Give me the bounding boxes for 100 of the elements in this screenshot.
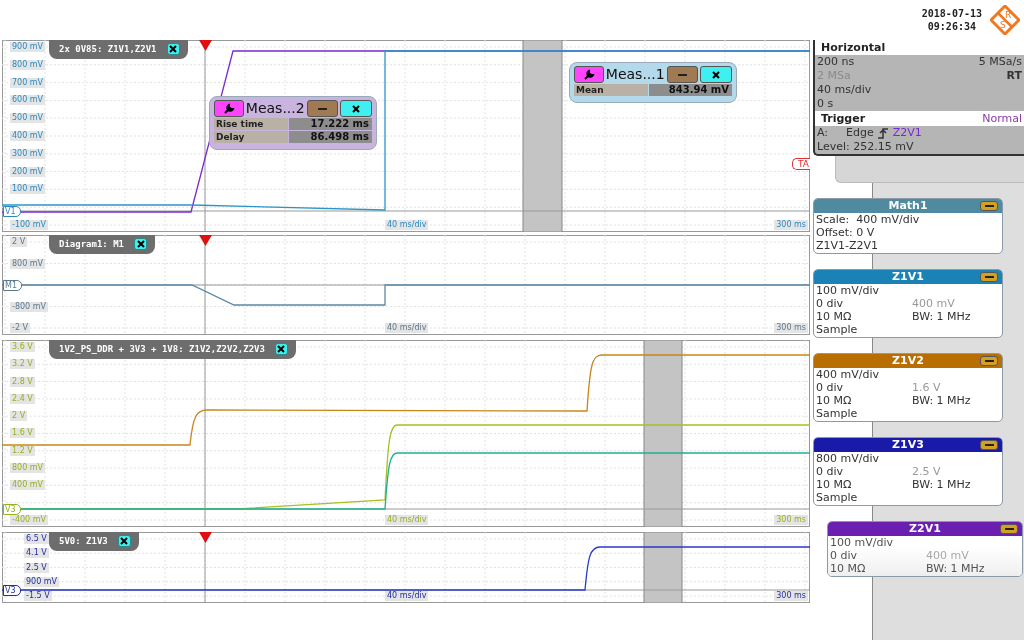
- trigger-source: Z2V1: [892, 126, 922, 140]
- settings-button[interactable]: [214, 100, 244, 117]
- wrench-icon: [222, 102, 235, 115]
- minus-icon: [984, 205, 994, 207]
- channel-acquisition: Sample: [816, 323, 859, 336]
- measurement-value: 843.94 mV: [649, 84, 732, 96]
- close-button[interactable]: [700, 66, 732, 83]
- measurement-value: 86.498 ms: [289, 131, 372, 143]
- minus-icon: [984, 360, 994, 362]
- axis-label: 800 mV: [10, 463, 46, 474]
- axis-label: -2 V: [10, 323, 30, 333]
- axis-label: -1.5 V: [24, 591, 52, 601]
- channel-offset: 0 div: [816, 381, 845, 394]
- axis-label: 40 ms/div: [385, 220, 429, 230]
- channel-bandwidth: BW: 1 MHz: [912, 394, 972, 407]
- wrench-icon: [582, 68, 595, 81]
- measurement-label: Mean: [574, 84, 648, 96]
- minimize-button[interactable]: [980, 356, 998, 366]
- measurement-title: Meas...2: [245, 100, 305, 117]
- diagram-title: Diagram1: M1: [59, 239, 125, 249]
- close-icon: [277, 345, 286, 353]
- close-icon: [136, 240, 145, 248]
- close-icon: [712, 70, 721, 79]
- axis-label: 300 ms: [774, 323, 808, 333]
- trigger-marker-icon[interactable]: [199, 235, 212, 246]
- channel-name: Z1V3: [891, 438, 925, 452]
- diagram-title-tab[interactable]: 1V2_PS_DDR + 3V3 + 1V8: Z1V2,Z2V2,Z2V3: [49, 340, 296, 359]
- trigger-mode: Normal: [982, 112, 1022, 126]
- channel-marker[interactable]: V3: [3, 504, 21, 515]
- trigger-marker-icon[interactable]: [199, 532, 212, 543]
- close-button[interactable]: [134, 238, 148, 250]
- minimize-button[interactable]: [306, 100, 339, 117]
- time-text: 09:26:34: [927, 20, 976, 33]
- minimize-button[interactable]: [980, 201, 998, 211]
- minus-icon: [984, 444, 994, 446]
- date-text: 2018-07-13: [921, 7, 982, 20]
- axis-label: 700 mV: [10, 77, 46, 88]
- channel-name: Z1V1: [891, 270, 925, 284]
- axis-label: 4.1 V: [24, 548, 49, 559]
- setting-value: 40 ms/div: [817, 83, 872, 97]
- axis-label: 1.6 V: [10, 428, 35, 439]
- channel-card[interactable]: Z1V1 100 mV/div 0 div 400 mV 10 MΩ BW: 1 MHz Sample: [813, 269, 1003, 338]
- trigger-type: Edge: [846, 126, 874, 140]
- channel-position: 2.5 V: [912, 465, 942, 478]
- close-button[interactable]: [274, 343, 288, 355]
- minimize-button[interactable]: [980, 440, 998, 450]
- settings-button[interactable]: [574, 66, 604, 83]
- axis-label: 2.5 V: [24, 562, 49, 573]
- minimize-button[interactable]: [666, 66, 699, 83]
- minus-icon: [984, 276, 994, 278]
- axis-label: 900 mV: [24, 576, 60, 587]
- channel-marker[interactable]: V3: [3, 585, 21, 596]
- diagram-title: 2x 0V85: Z1V1,Z2V1: [59, 44, 157, 54]
- axis-label: 3.6 V: [10, 342, 35, 352]
- channel-position: 400 mV: [926, 549, 970, 562]
- axis-label: 2.8 V: [10, 376, 35, 387]
- diagram-title: 1V2_PS_DDR + 3V3 + 1V8: Z1V2,Z2V2,Z2V3: [59, 344, 265, 354]
- axis-label: 40 ms/div: [385, 323, 429, 333]
- channel-acquisition: Sample: [816, 491, 859, 504]
- diagram-title-tab[interactable]: 2x 0V85: Z1V1,Z2V1: [49, 40, 188, 59]
- cursor-band: [643, 532, 683, 603]
- channel-scale: 400 mV/div: [816, 368, 880, 381]
- channel-marker[interactable]: V1: [3, 206, 21, 217]
- axis-label: 600 mV: [10, 95, 46, 106]
- reference-marker[interactable]: TA: [792, 158, 810, 170]
- axis-label: 400 mV: [10, 480, 46, 491]
- axis-label: 40 ms/div: [385, 515, 429, 525]
- minimize-button[interactable]: [980, 272, 998, 282]
- channel-card[interactable]: Z2V1 100 mV/div 0 div 400 mV 10 MΩ BW: 1 MHz: [827, 521, 1023, 577]
- axis-label: 2 V: [10, 411, 28, 422]
- channel-position: 1.6 V: [912, 381, 942, 394]
- channel-impedance: 10 MΩ: [830, 562, 867, 575]
- channel-scale: 800 mV/div: [816, 452, 880, 465]
- axis-label: 300 ms: [774, 515, 808, 525]
- axis-label: 40 ms/div: [385, 591, 429, 601]
- axis-label: -400 mV: [10, 514, 48, 525]
- close-button[interactable]: [117, 535, 131, 547]
- close-button[interactable]: [340, 100, 372, 117]
- trigger-marker-icon[interactable]: [199, 40, 212, 51]
- channel-marker[interactable]: M1: [3, 280, 22, 291]
- setting-value: 5 MSa/s: [978, 55, 1022, 69]
- axis-label: 300 mV: [10, 148, 46, 159]
- channel-card[interactable]: Z1V3 800 mV/div 0 div 2.5 V 10 MΩ BW: 1 MHz Sample: [813, 437, 1003, 506]
- channel-acquisition: Sample: [816, 407, 859, 420]
- diagram-title-tab[interactable]: Diagram1: M1: [49, 235, 156, 254]
- channel-bandwidth: BW: 1 MHz: [926, 562, 986, 575]
- channel-name: Z2V1: [908, 522, 942, 536]
- channel-impedance: 10 MΩ: [816, 394, 853, 407]
- minus-icon: [678, 73, 687, 76]
- axis-label: 800 mV: [10, 59, 46, 70]
- channel-impedance: 10 MΩ: [816, 310, 853, 323]
- minimize-button[interactable]: [1000, 524, 1018, 534]
- diagram-title-tab[interactable]: 5V0: Z1V3: [49, 532, 139, 551]
- close-button[interactable]: [166, 43, 180, 55]
- channel-card[interactable]: Math1 Scale: 400 mV/div Offset: 0 V Z1V1-Z2V1: [813, 198, 1003, 254]
- channel-offset: 0 div: [816, 297, 845, 310]
- setting-value: 200 ns: [817, 55, 855, 69]
- channel-card[interactable]: Z1V2 400 mV/div 0 div 1.6 V 10 MΩ BW: 1 MHz Sample: [813, 353, 1003, 422]
- channel-setting: Z1V1-Z2V1: [816, 239, 880, 252]
- measurement-label: Delay: [214, 131, 288, 143]
